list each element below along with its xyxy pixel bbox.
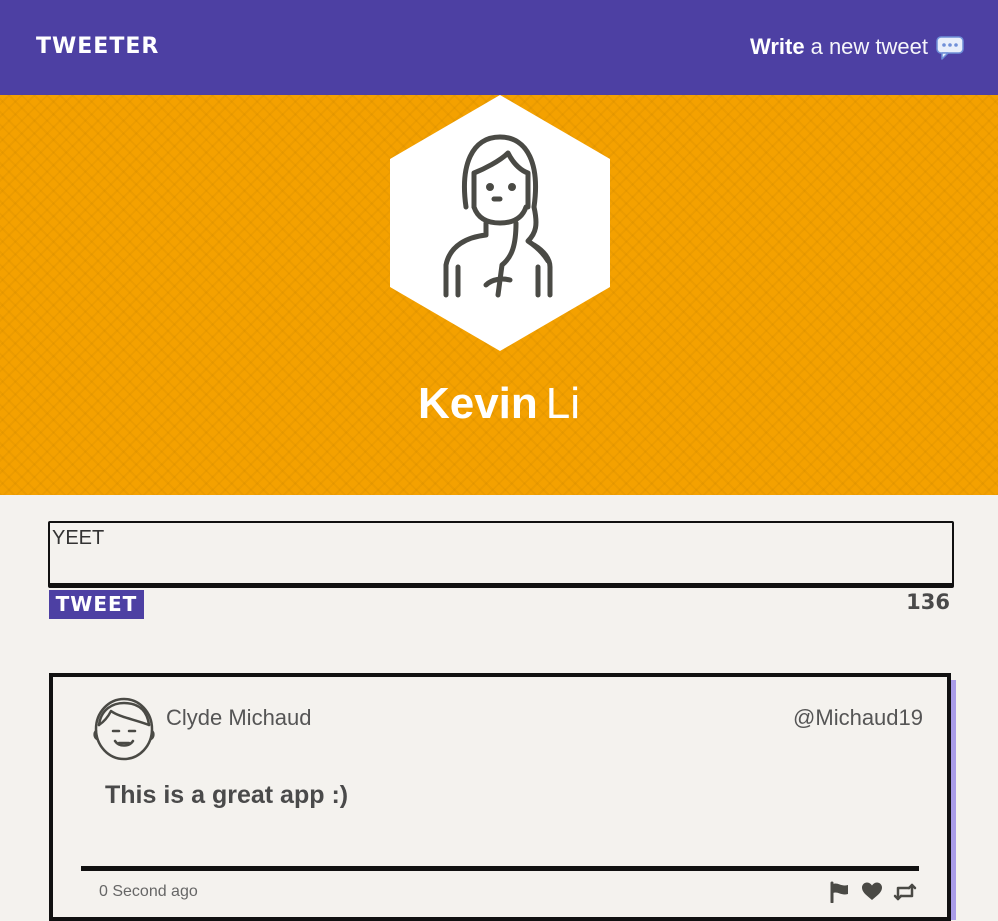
profile-banner: Kevin Li bbox=[0, 95, 998, 495]
tweet-card: Clyde Michaud @Michaud19 This is a great… bbox=[49, 673, 951, 921]
write-tweet-link[interactable]: Write a new tweet bbox=[750, 34, 964, 60]
speech-bubble-icon bbox=[936, 36, 964, 60]
tweet-text: This is a great app :) bbox=[105, 781, 349, 809]
tweet-divider bbox=[81, 866, 919, 871]
brand-logo[interactable]: TWEETER bbox=[36, 34, 159, 59]
profile-avatar bbox=[388, 95, 612, 351]
tweet-author-handle: @Michaud19 bbox=[793, 705, 923, 730]
compose-link-bold: Write bbox=[749, 34, 805, 59]
flag-icon[interactable] bbox=[829, 881, 851, 903]
retweet-icon[interactable] bbox=[893, 881, 917, 903]
tweet-actions bbox=[829, 881, 917, 903]
tweet-button[interactable]: TWEET bbox=[49, 590, 144, 619]
woman-avatar-icon bbox=[390, 95, 610, 351]
top-nav: TWEETER Write a new tweet bbox=[0, 0, 998, 95]
char-counter: 136 bbox=[906, 590, 950, 614]
tweet-timestamp: 0 Second ago bbox=[99, 883, 198, 900]
compose-link-text: a new tweet bbox=[810, 34, 928, 59]
profile-first-name: Kevin bbox=[417, 379, 538, 428]
profile-last-name: Li bbox=[545, 379, 581, 428]
tweet-compose-input[interactable]: YEET bbox=[48, 521, 954, 588]
tweet-author-name: Clyde Michaud bbox=[166, 705, 312, 730]
profile-name: Kevin Li bbox=[0, 379, 998, 429]
heart-icon[interactable] bbox=[861, 881, 883, 903]
man-avatar-icon bbox=[93, 695, 155, 761]
